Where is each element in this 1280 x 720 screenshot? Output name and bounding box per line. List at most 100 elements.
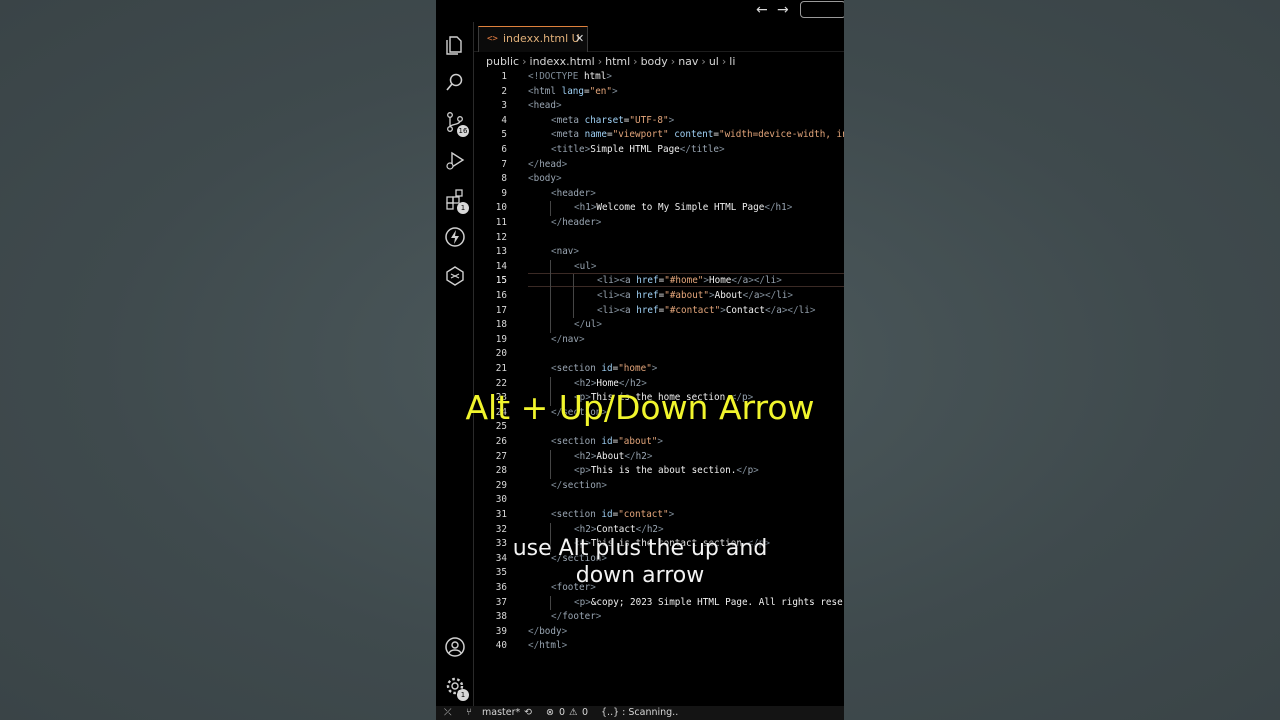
code-line[interactable]: 1 <!DOCTYPE html> [474,70,844,84]
code-token: About [596,450,625,462]
code-line[interactable]: 19 </nav> [474,333,844,347]
code-text: </header> [551,216,601,230]
source-control-icon[interactable]: 16 [444,111,469,137]
code-line[interactable]: 38 </footer> [474,610,844,624]
code-line[interactable]: 13 <nav> [474,245,844,259]
code-line[interactable]: 20 [474,347,844,361]
close-icon[interactable]: ✕ [575,27,584,51]
code-text: <html lang="en"> [528,85,618,99]
branch-name[interactable]: master* [482,706,520,720]
breadcrumb: public › indexx.html › html › body › nav › ul › li [474,53,844,70]
code-line[interactable]: 37 <p>&copy; 2023 Simple HTML Page. All r… [474,596,844,610]
indent-guide [550,201,551,216]
breadcrumb-item[interactable]: ul [709,53,719,70]
code-line[interactable]: 18 </ul> [474,318,844,332]
lightning-icon[interactable] [444,226,466,248]
warning-count[interactable]: 0 [582,706,588,720]
tab-indexx-html[interactable]: <> indexx.html U ✕ [478,26,588,52]
subtitle-line-2: down arrow [575,563,705,588]
command-center[interactable] [800,1,844,18]
manage-badge: 1 [457,689,469,701]
breadcrumb-item[interactable]: public [486,53,519,70]
code-token: li [776,290,788,301]
code-line[interactable]: 27 <h2>About</h2> [474,450,844,464]
code-text: </head> [528,158,567,172]
code-line[interactable]: 10 <h1>Welcome to My Simple HTML Page</h1… [474,201,844,215]
arrow-left-icon[interactable]: ← [756,1,768,19]
code-token: </ [765,304,777,316]
code-token: </ [528,158,540,170]
code-line[interactable]: 28 <p>This is the about section.</p> [474,464,844,478]
code-token: h1 [775,202,787,214]
branch-icon: ⑂ [466,707,472,718]
files-icon[interactable] [444,33,466,55]
tab-bar: <> indexx.html U ✕ [474,22,844,52]
code-token: html [533,85,562,97]
code-line[interactable]: 4 <meta charset="UTF-8"> [474,114,844,128]
code-text: <meta charset="UTF-8"> [551,114,674,128]
search-icon[interactable] [444,71,466,93]
sync-icon[interactable]: ⟲ [524,706,532,720]
code-line[interactable]: 12 [474,231,844,245]
code-token: "contact" [618,509,669,520]
code-text: </body> [528,625,567,639]
line-number: 4 [501,114,507,126]
code-line[interactable]: 6 <title>Simple HTML Page</title> [474,143,844,157]
breadcrumb-item[interactable]: html [605,53,630,70]
code-line[interactable]: 17 <li><a href="#contact">Contact</a></li… [474,304,844,318]
code-token: a [625,304,637,316]
line-number: 21 [495,363,507,374]
code-token: h2 [579,450,591,462]
code-text: </ul> [574,318,602,332]
code-token: li [602,275,614,287]
code-token: html [583,71,607,82]
code-token: "#about" [664,290,709,301]
code-line[interactable]: 14 <ul> [474,260,844,274]
code-line[interactable]: 3 <head> [474,99,844,113]
extensions-icon[interactable]: 1 [444,188,469,214]
code-line[interactable]: 21 <section id="home"> [474,362,844,376]
run-debug-icon[interactable] [444,149,466,171]
code-line[interactable]: 15 <li><a href="#home">Home</a></li> [474,274,844,288]
breadcrumb-item[interactable]: body [641,53,668,70]
code-text: <ul> [574,260,596,274]
code-text: </html> [528,639,567,653]
code-line[interactable]: 8 <body> [474,172,844,186]
code-line[interactable]: 39 </body> [474,625,844,639]
breadcrumb-item[interactable]: indexx.html [530,53,595,70]
breadcrumb-item[interactable]: nav [678,53,698,70]
gear-icon[interactable]: 1 [444,675,469,701]
code-line[interactable]: 2 <html lang="en"> [474,85,844,99]
code-text: <p>&copy; 2023 Simple HTML Page. All rig… [574,596,844,610]
line-number: 17 [495,304,507,316]
code-line[interactable]: 7 </head> [474,158,844,172]
code-token: section [556,363,602,374]
remote-indicator-icon[interactable]: ⤫ [444,706,452,720]
code-line[interactable]: 40 </html> [474,639,844,653]
code-line[interactable]: 9 <header> [474,187,844,201]
code-token: Contact [596,523,636,535]
breadcrumb-item[interactable]: li [729,53,735,70]
activity-bar: 16 1 1 [436,22,474,706]
line-number: 12 [495,231,507,243]
code-line[interactable]: 5 <meta name="viewport" content="width=de… [474,128,844,142]
code-token: > [657,436,663,447]
code-line[interactable]: 29 </section> [474,479,844,493]
error-count[interactable]: 0 [559,706,565,720]
account-icon[interactable] [444,636,466,658]
code-token: href [636,304,659,316]
line-number: 30 [495,494,507,506]
line-number: 2 [501,85,507,97]
code-text: <p>This is the about section.</p> [574,464,759,478]
code-line[interactable]: 31 <section id="contact"> [474,508,844,522]
code-text: <section id="contact"> [551,508,674,522]
code-line[interactable]: 11 </header> [474,216,844,230]
code-line[interactable]: 30 [474,493,844,507]
remote-icon[interactable] [444,265,466,287]
code-line[interactable]: 26 <section id="about"> [474,435,844,449]
line-number: 19 [495,333,507,345]
code-token: id [601,436,613,447]
code-line[interactable]: 16 <li><a href="#about">About</a></li> [474,289,844,303]
arrow-right-icon[interactable]: → [777,1,789,19]
code-token: h2 [646,523,659,535]
